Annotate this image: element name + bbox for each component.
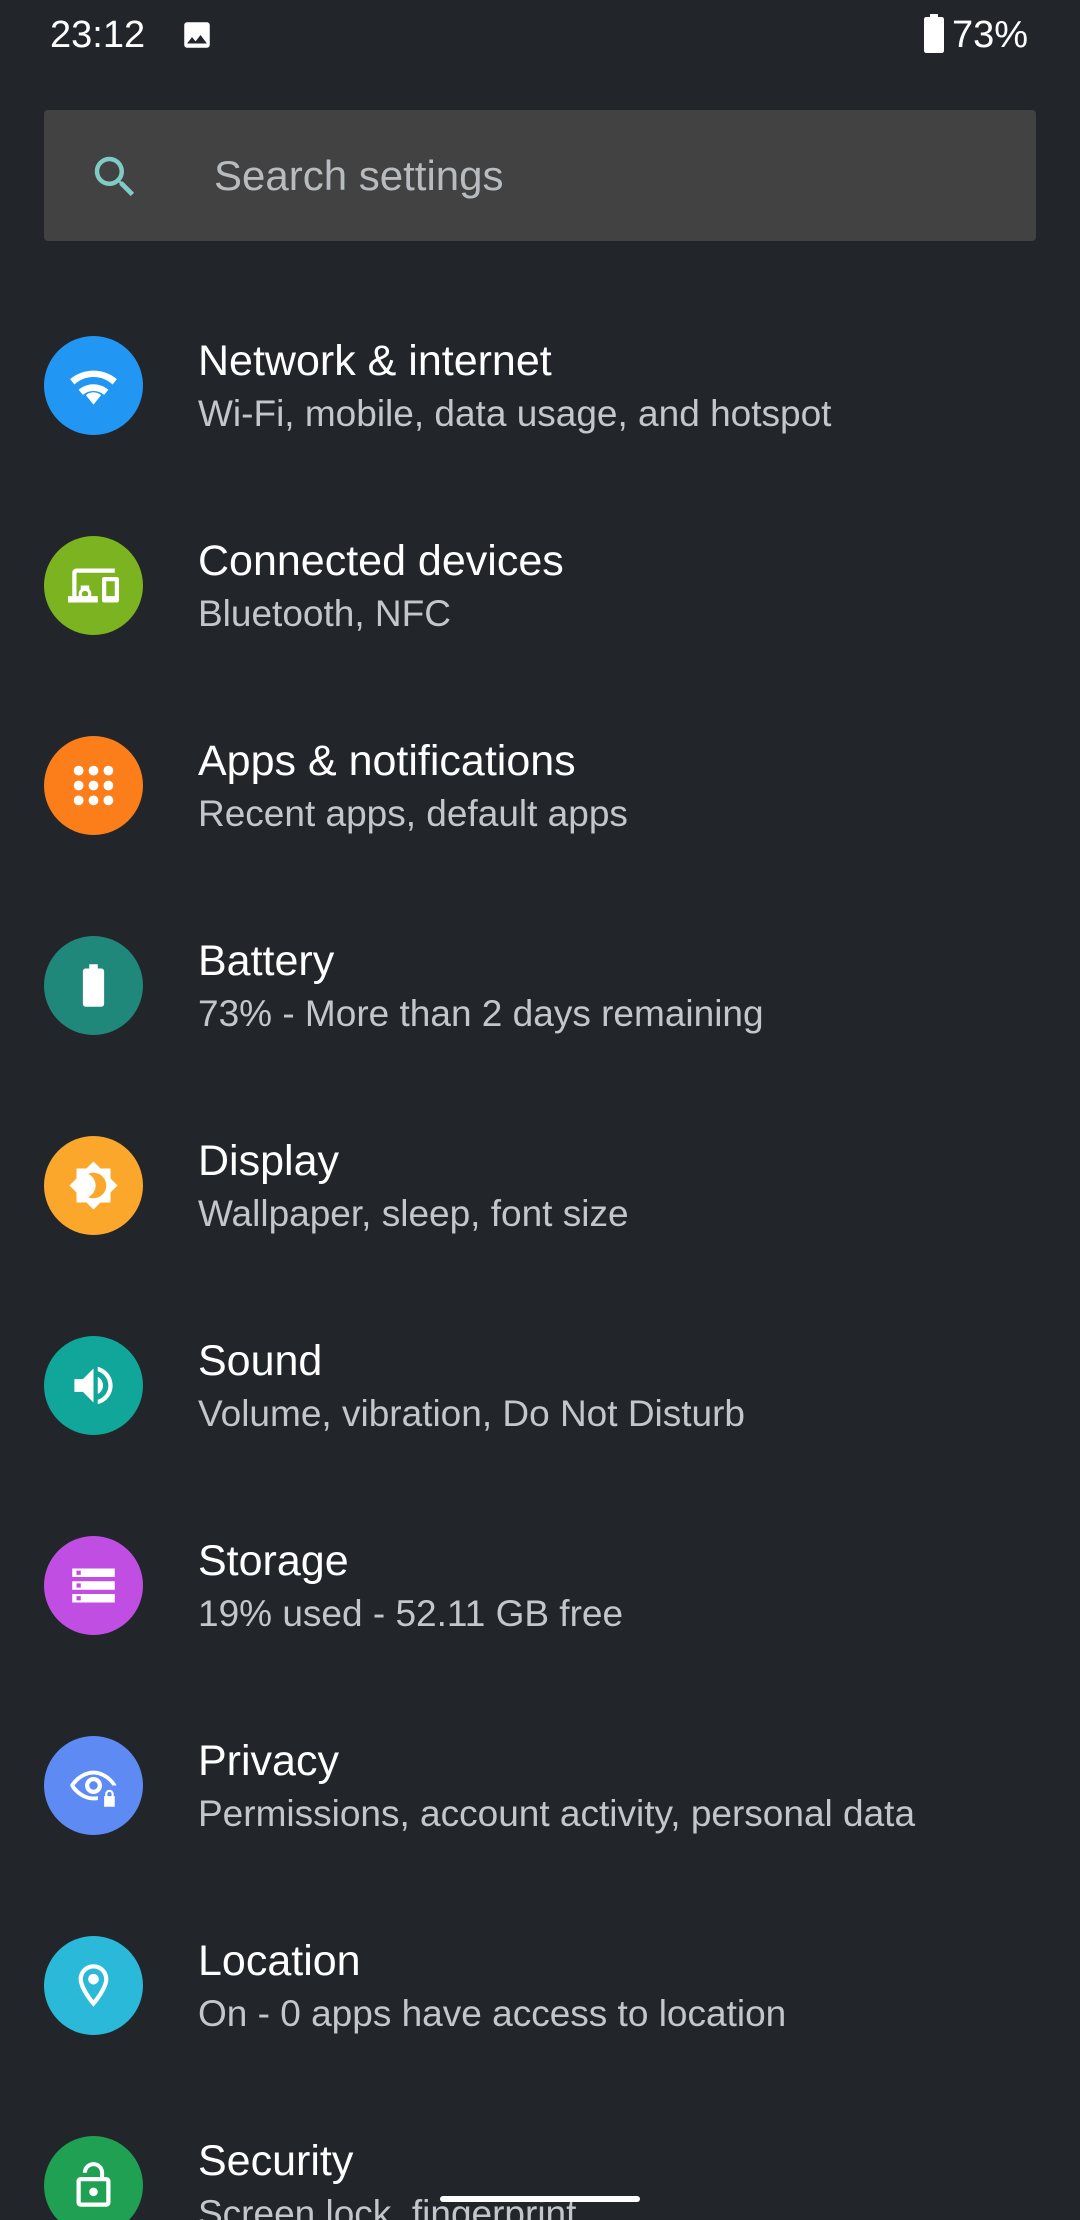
settings-list: Network & internet Wi-Fi, mobile, data u… bbox=[0, 286, 1080, 2220]
item-title: Sound bbox=[198, 1337, 323, 1385]
status-time: 23:12 bbox=[50, 14, 146, 56]
item-title: Security bbox=[198, 2137, 354, 2185]
search-icon bbox=[88, 150, 142, 204]
item-title: Connected devices bbox=[198, 537, 564, 585]
devices-icon bbox=[44, 536, 143, 635]
item-subtitle: Bluetooth, NFC bbox=[198, 593, 451, 634]
battery-percent: 73% bbox=[951, 14, 1028, 56]
battery-icon bbox=[44, 936, 143, 1035]
lock-open-icon bbox=[44, 2136, 143, 2220]
item-subtitle: 73% - More than 2 days remaining bbox=[198, 993, 764, 1034]
item-title: Network & internet bbox=[198, 337, 552, 385]
settings-item-apps[interactable]: Apps & notifications Recent apps, defaul… bbox=[0, 686, 1080, 886]
settings-item-sound[interactable]: Sound Volume, vibration, Do Not Disturb bbox=[0, 1286, 1080, 1486]
brightness-icon bbox=[44, 1136, 143, 1235]
wifi-icon bbox=[44, 336, 143, 435]
storage-icon bbox=[44, 1536, 143, 1635]
search-bar[interactable]: Search settings bbox=[44, 110, 1036, 241]
item-subtitle: Permissions, account activity, personal … bbox=[198, 1793, 916, 1834]
item-subtitle: 19% used - 52.11 GB free bbox=[198, 1593, 624, 1634]
search-input[interactable]: Search settings bbox=[214, 110, 504, 241]
privacy-icon bbox=[44, 1736, 143, 1835]
item-subtitle: Volume, vibration, Do Not Disturb bbox=[198, 1393, 746, 1434]
item-title: Display bbox=[198, 1137, 339, 1185]
settings-item-network[interactable]: Network & internet Wi-Fi, mobile, data u… bbox=[0, 286, 1080, 486]
item-subtitle: Recent apps, default apps bbox=[198, 793, 628, 834]
item-title: Storage bbox=[198, 1537, 349, 1585]
location-pin-icon bbox=[44, 1936, 143, 2035]
settings-item-privacy[interactable]: Privacy Permissions, account activity, p… bbox=[0, 1686, 1080, 1886]
settings-item-connected-devices[interactable]: Connected devices Bluetooth, NFC bbox=[0, 486, 1080, 686]
apps-icon bbox=[44, 736, 143, 835]
item-subtitle: On - 0 apps have access to location bbox=[198, 1993, 787, 2034]
item-title: Privacy bbox=[198, 1737, 339, 1785]
item-subtitle: Wi-Fi, mobile, data usage, and hotspot bbox=[198, 393, 832, 434]
settings-item-storage[interactable]: Storage 19% used - 52.11 GB free bbox=[0, 1486, 1080, 1686]
status-bar: 23:12 73% bbox=[0, 0, 1080, 70]
item-subtitle: Wallpaper, sleep, font size bbox=[198, 1193, 629, 1234]
settings-screen: 23:12 73% Search settings Network & inte… bbox=[0, 0, 1080, 2220]
settings-item-battery[interactable]: Battery 73% - More than 2 days remaining bbox=[0, 886, 1080, 1086]
image-icon bbox=[180, 18, 214, 52]
item-subtitle: Screen lock, fingerprint bbox=[198, 2193, 577, 2220]
item-title: Location bbox=[198, 1937, 361, 1985]
navigation-gesture-handle[interactable] bbox=[440, 2196, 640, 2202]
volume-icon bbox=[44, 1336, 143, 1435]
battery-icon bbox=[922, 14, 946, 54]
settings-item-display[interactable]: Display Wallpaper, sleep, font size bbox=[0, 1086, 1080, 1286]
item-title: Apps & notifications bbox=[198, 737, 576, 785]
item-title: Battery bbox=[198, 937, 335, 985]
settings-item-location[interactable]: Location On - 0 apps have access to loca… bbox=[0, 1886, 1080, 2086]
